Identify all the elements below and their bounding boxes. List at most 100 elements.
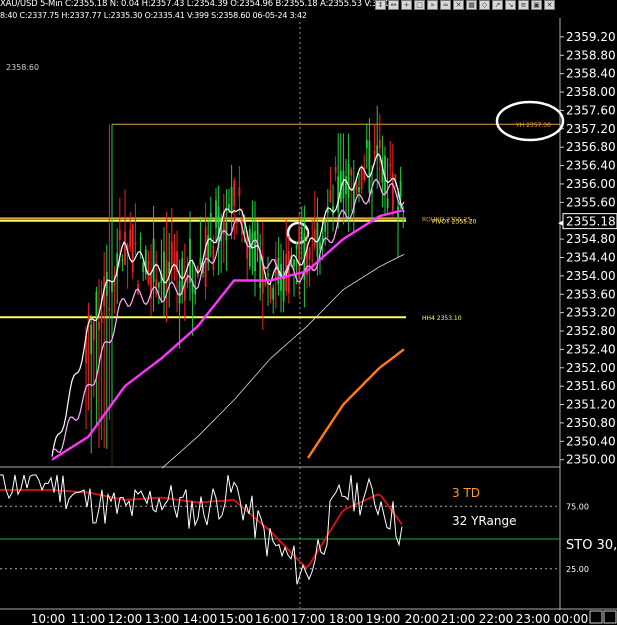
candle-body xyxy=(345,176,347,195)
candle-body xyxy=(248,228,251,267)
annotation-ellipse xyxy=(495,100,565,142)
time-axis-label: 18:00 xyxy=(329,612,364,625)
candle-body xyxy=(90,324,93,355)
sto-label: STO 30, xyxy=(566,538,617,553)
candle-body xyxy=(373,150,376,155)
candle-body xyxy=(173,251,176,271)
moving-average-line xyxy=(51,208,405,461)
time-axis-label: 16:00 xyxy=(255,612,290,625)
y-tick-label: 2350.80 xyxy=(566,416,616,430)
candle-body xyxy=(378,139,381,149)
candle-body xyxy=(170,241,173,265)
candle-body xyxy=(360,166,363,190)
candle-body xyxy=(365,140,368,148)
candle-body xyxy=(199,257,202,265)
y-tick-label: 2355.60 xyxy=(566,195,616,209)
candle-body xyxy=(235,222,238,224)
time-axis-label: 13:00 xyxy=(145,612,180,625)
candle-body xyxy=(347,164,350,198)
y-tick-label: 2352.40 xyxy=(566,342,616,356)
candle-body xyxy=(124,231,126,265)
time-axis-label: 12:00 xyxy=(108,612,143,625)
y-tick-label: 2356.80 xyxy=(566,140,616,154)
candle-body xyxy=(194,289,197,295)
time-axis-label: 15:00 xyxy=(219,612,254,625)
candle-body xyxy=(134,242,137,245)
candle-body xyxy=(337,176,340,212)
candle-body xyxy=(157,282,160,288)
candle-body xyxy=(272,287,275,300)
time-axis-label: 17:00 xyxy=(291,612,326,625)
candle-body xyxy=(100,311,103,324)
candle-body xyxy=(98,322,100,331)
candle-body xyxy=(386,198,389,208)
candle-body xyxy=(139,238,142,240)
candle-body xyxy=(267,273,269,276)
y-tick-label: 2357.20 xyxy=(566,122,616,136)
y-tick-label: 2352.00 xyxy=(566,361,616,375)
price-chart[interactable]: 2359.20 2358.80 2358.40 2358.00 2357.60 2357.… xyxy=(0,0,617,625)
candle-body xyxy=(334,167,337,173)
range-label: 32 YRange xyxy=(452,514,516,528)
y-tick-label: 2350.40 xyxy=(566,434,616,448)
time-axis-label: 11:00 xyxy=(71,612,106,625)
y-tick-label: 2354.40 xyxy=(566,250,616,264)
y-tick-label: 2352.80 xyxy=(566,324,616,338)
candle-body xyxy=(342,170,345,199)
last-price-label: 2355.18 xyxy=(566,215,616,229)
candle-body xyxy=(350,168,353,176)
candle-body xyxy=(95,291,98,316)
candle-body xyxy=(204,227,207,287)
price-level-label: HH4 2353.10 xyxy=(422,315,462,322)
candle-body xyxy=(324,221,327,232)
time-axis-label: 14:00 xyxy=(183,612,218,625)
price-level-label: PIVOT 2355.20 xyxy=(432,219,477,226)
candle-body xyxy=(108,308,111,311)
y-tick-label: 2354.00 xyxy=(566,269,616,283)
candle-body xyxy=(329,190,332,203)
candle-body xyxy=(142,262,145,272)
candle-body xyxy=(165,260,168,278)
moving-average-line xyxy=(307,348,405,459)
candle-body xyxy=(269,286,272,299)
zoom-button-icon xyxy=(603,610,617,624)
y-tick-label: 2359.20 xyxy=(566,30,616,44)
candle-body xyxy=(287,250,290,293)
candle-body xyxy=(92,319,95,340)
reference-price-label: 2358.60 xyxy=(6,63,39,72)
price-level-label: YH 2357.30 xyxy=(515,122,551,129)
y-tick-label: 2353.60 xyxy=(566,287,616,301)
candle-body xyxy=(319,242,321,250)
candle-body xyxy=(293,259,295,267)
candle-body xyxy=(228,204,230,210)
candle-body xyxy=(389,163,392,166)
y-tick-label: 2356.40 xyxy=(566,159,616,173)
y-tick-label: 2358.40 xyxy=(566,67,616,81)
candle-body xyxy=(308,247,311,260)
candle-body xyxy=(230,186,233,213)
candle-body xyxy=(131,224,134,273)
candle-body xyxy=(399,180,402,198)
td-label: 3 TD xyxy=(452,486,480,500)
sto-tick-label: 25.00 xyxy=(566,565,589,574)
candle-body xyxy=(121,259,124,262)
candle-body xyxy=(209,212,212,217)
time-axis-label: 22:00 xyxy=(479,612,514,625)
time-axis-label: 19:00 xyxy=(366,612,401,625)
candle-body xyxy=(178,280,181,304)
y-tick-label: 2353.20 xyxy=(566,306,616,320)
candle-body xyxy=(311,260,314,262)
y-tick-label: 2354.80 xyxy=(566,232,616,246)
time-axis-label: 00:00 xyxy=(554,612,589,625)
candle-body xyxy=(111,282,113,292)
scroll-button-icon xyxy=(589,610,603,624)
y-tick-label: 2358.00 xyxy=(566,85,616,99)
sto-tick-label: 75.00 xyxy=(566,502,589,511)
y-tick-label: 2351.60 xyxy=(566,379,616,393)
candle-body xyxy=(155,279,158,295)
candle-body xyxy=(300,227,303,242)
time-axis-label: 10:00 xyxy=(31,612,66,625)
candle-body xyxy=(298,226,301,280)
candle-body xyxy=(118,230,121,240)
candle-body xyxy=(368,140,371,193)
